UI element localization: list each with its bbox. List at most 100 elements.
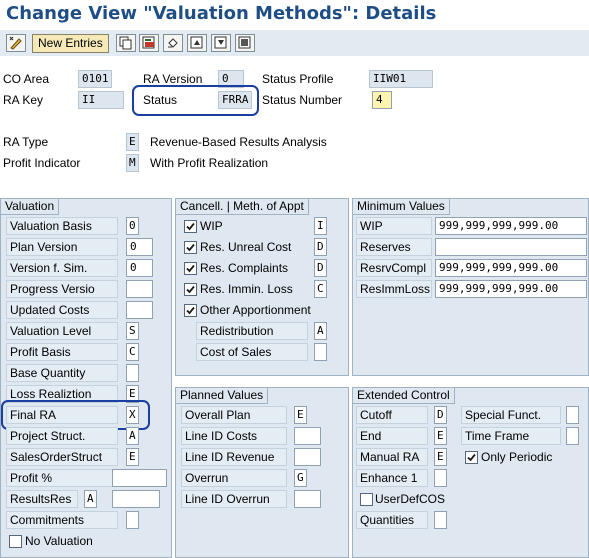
- results-reserve-field[interactable]: A: [84, 490, 97, 508]
- res-immin-loss-checkbox[interactable]: [184, 283, 197, 296]
- overall-plan-field[interactable]: E: [294, 406, 307, 424]
- select-all-icon[interactable]: [235, 34, 255, 52]
- cutoff-field[interactable]: D: [434, 406, 447, 424]
- res-unreal-cost-checkbox[interactable]: [184, 241, 197, 254]
- status-number-field[interactable]: 4: [372, 91, 392, 109]
- progress-version-field[interactable]: [126, 280, 153, 298]
- updated-costs-field[interactable]: [126, 301, 153, 319]
- version-for-simulation-label: Version f. Sim.: [6, 259, 118, 277]
- co-area-label: CO Area: [3, 72, 50, 86]
- plan-version-field[interactable]: 0: [126, 238, 153, 256]
- profit-basis-label: Profit Basis: [6, 343, 118, 361]
- quantities-label: Quantities: [356, 511, 428, 529]
- only-periodic-checkbox[interactable]: [465, 451, 478, 464]
- special-function-label: Special Funct.: [461, 406, 561, 424]
- cutoff-label: Cutoff: [356, 406, 428, 424]
- application-toolbar: New Entries: [0, 30, 589, 56]
- other-apportionment-label: Other Apportionment: [200, 303, 311, 317]
- wip-minimum-field[interactable]: 999,999,999,999.00: [435, 217, 587, 235]
- version-for-simulation-field[interactable]: 0: [126, 259, 153, 277]
- user-def-cos-label: UserDefCOS: [375, 492, 446, 506]
- reserve-imminent-loss-minimum-field[interactable]: 999,999,999,999.00: [435, 280, 587, 298]
- final-ra-highlight: [1, 400, 150, 430]
- undo-icon[interactable]: [163, 34, 183, 52]
- minimum-values-group-title: Minimum Values: [353, 199, 450, 215]
- status-profile-field: IIW01: [369, 70, 433, 88]
- reserve-complaints-minimum-field[interactable]: 999,999,999,999.00: [435, 259, 587, 277]
- res-unreal-cost-field[interactable]: D: [314, 238, 327, 256]
- previous-entry-icon[interactable]: [187, 34, 207, 52]
- valuation-group-title: Valuation: [1, 199, 60, 215]
- results-reserve-extra-field[interactable]: [112, 490, 160, 508]
- quantities-field[interactable]: [434, 511, 447, 529]
- line-id-costs-label: Line ID Costs: [181, 427, 287, 445]
- overrun-label: Overrun: [181, 469, 287, 487]
- line-id-overrun-field[interactable]: [294, 490, 321, 508]
- profit-basis-field[interactable]: C: [126, 343, 139, 361]
- ra-key-field: II: [78, 91, 124, 109]
- delete-icon[interactable]: [139, 34, 159, 52]
- progress-version-label: Progress Versio: [6, 280, 118, 298]
- valuation-basis-label: Valuation Basis: [6, 217, 118, 235]
- res-complaints-checkbox[interactable]: [184, 262, 197, 275]
- valuation-level-field[interactable]: S: [126, 322, 139, 340]
- special-function-field[interactable]: [566, 406, 579, 424]
- sales-order-structure-field[interactable]: E: [126, 448, 139, 466]
- line-id-revenue-field[interactable]: [294, 448, 321, 466]
- end-label: End: [356, 427, 428, 445]
- manual-ra-field[interactable]: E: [434, 448, 447, 466]
- commitments-field[interactable]: [126, 511, 139, 529]
- res-immin-loss-field[interactable]: C: [314, 280, 327, 298]
- new-entries-button[interactable]: New Entries: [32, 34, 109, 53]
- reserve-imminent-loss-minimum-label: ResImmLoss: [356, 280, 432, 298]
- overrun-field[interactable]: G: [294, 469, 307, 487]
- status-number-label: Status Number: [262, 93, 343, 107]
- time-frame-field[interactable]: [566, 427, 579, 445]
- co-area-field: 0101: [78, 70, 112, 88]
- enhance-1-label: Enhance 1: [356, 469, 428, 487]
- line-id-revenue-label: Line ID Revenue: [181, 448, 287, 466]
- res-unreal-cost-label: Res. Unreal Cost: [200, 240, 292, 254]
- wip-cancel-label: WIP: [200, 219, 223, 233]
- ra-type-label: RA Type: [3, 135, 49, 149]
- copy-icon[interactable]: [116, 34, 136, 52]
- cost-of-sales-field[interactable]: [314, 343, 327, 361]
- line-id-costs-field[interactable]: [294, 427, 321, 445]
- res-complaints-field[interactable]: D: [314, 259, 327, 277]
- no-valuation-label: No Valuation: [25, 534, 93, 548]
- ra-type-description: Revenue-Based Results Analysis: [150, 135, 327, 149]
- wip-checkbox[interactable]: [184, 220, 197, 233]
- wip-method-field[interactable]: I: [314, 217, 327, 235]
- redistribution-field[interactable]: A: [314, 322, 327, 340]
- redistribution-label: Redistribution: [196, 322, 308, 340]
- base-quantity-field[interactable]: [126, 364, 139, 382]
- ra-type-field: E: [126, 133, 139, 151]
- cost-of-sales-label: Cost of Sales: [196, 343, 308, 361]
- reserve-complaints-minimum-label: ResrvCompl: [356, 259, 432, 277]
- status-profile-label: Status Profile: [262, 72, 334, 86]
- wip-minimum-label: WIP: [356, 217, 432, 235]
- sales-order-structure-label: SalesOrderStruct: [6, 448, 118, 466]
- extended-control-group-title: Extended Control: [353, 388, 455, 404]
- line-id-overrun-label: Line ID Overrun: [181, 490, 287, 508]
- display-change-icon[interactable]: [6, 34, 26, 52]
- profit-percent-field[interactable]: [112, 469, 167, 487]
- valuation-basis-field[interactable]: 0: [126, 217, 139, 235]
- reserves-minimum-field[interactable]: [435, 238, 587, 256]
- other-apportionment-checkbox[interactable]: [184, 304, 197, 317]
- profit-indicator-description: With Profit Realization: [150, 156, 269, 170]
- manual-ra-label: Manual RA: [356, 448, 428, 466]
- user-def-cos-checkbox[interactable]: [360, 493, 373, 506]
- no-valuation-checkbox[interactable]: [9, 535, 22, 548]
- cancellation-group-title: Cancell. | Meth. of Appt: [176, 199, 309, 215]
- overall-plan-label: Overall Plan: [181, 406, 287, 424]
- profit-percent-label: Profit %: [6, 469, 118, 487]
- results-reserve-label: ResultsRes: [6, 490, 78, 508]
- enhance-1-field[interactable]: [434, 469, 447, 487]
- reserves-minimum-label: Reserves: [356, 238, 432, 256]
- next-entry-icon[interactable]: [211, 34, 231, 52]
- project-structure-field[interactable]: A: [126, 427, 139, 445]
- end-field[interactable]: E: [434, 427, 447, 445]
- planned-values-group-title: Planned Values: [176, 388, 269, 404]
- updated-costs-label: Updated Costs: [6, 301, 118, 319]
